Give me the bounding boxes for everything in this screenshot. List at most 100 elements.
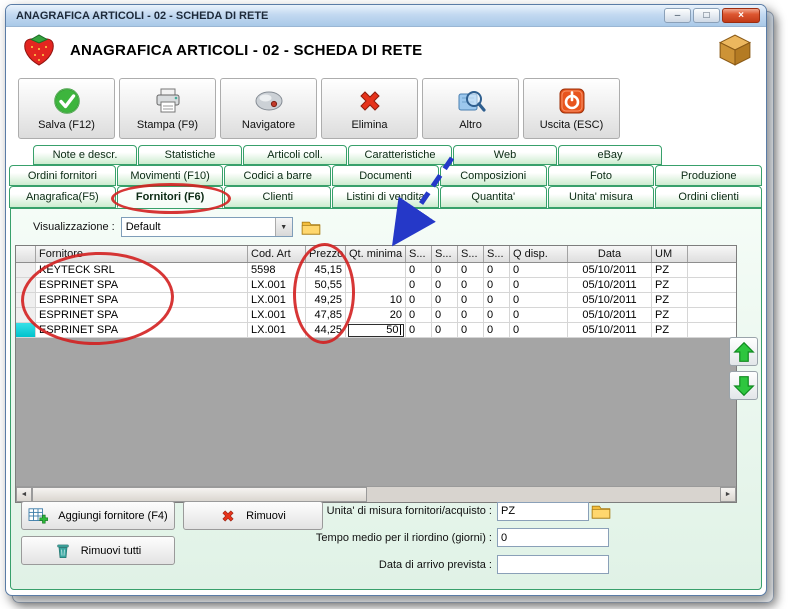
unit-field[interactable]: PZ xyxy=(497,501,589,521)
tab-anagrafica[interactable]: Anagrafica(F5) xyxy=(9,186,116,208)
cell-prezzo[interactable]: 44,25 xyxy=(306,323,346,337)
cell-cod-art[interactable]: 5598 xyxy=(248,263,306,277)
cell-s[interactable]: 0 xyxy=(458,323,484,337)
tab-note-e-descr[interactable]: Note e descr. xyxy=(33,145,137,165)
cell-data[interactable]: 05/10/2011 xyxy=(568,293,652,307)
cell-s[interactable]: 0 xyxy=(484,308,510,322)
titlebar[interactable]: ANAGRAFICA ARTICOLI - 02 - SCHEDA DI RET… xyxy=(6,5,766,27)
cell-s[interactable]: 0 xyxy=(458,308,484,322)
cell-s[interactable]: 0 xyxy=(458,293,484,307)
cell-s[interactable]: 0 xyxy=(406,263,432,277)
cell-data[interactable]: 05/10/2011 xyxy=(568,263,652,277)
cell-s[interactable]: 0 xyxy=(406,323,432,337)
cell-q-disp[interactable]: 0 xyxy=(510,308,568,322)
cell-s[interactable]: 0 xyxy=(432,293,458,307)
cell-s[interactable]: 0 xyxy=(406,293,432,307)
col-header-s1[interactable]: S... xyxy=(406,246,432,262)
cell-fornitore[interactable]: ESPRINET SPA xyxy=(36,323,248,337)
chevron-down-icon[interactable]: ▼ xyxy=(274,218,292,236)
close-button[interactable]: × xyxy=(722,8,760,23)
col-header-s4[interactable]: S... xyxy=(484,246,510,262)
cell-qt-minima[interactable]: 20 xyxy=(346,308,406,322)
cell-um[interactable]: PZ xyxy=(652,323,688,337)
col-header-q-disp[interactable]: Q disp. xyxy=(510,246,568,262)
reorder-field[interactable]: 0 xyxy=(497,528,609,547)
move-up-button[interactable] xyxy=(729,337,758,366)
cell-s[interactable]: 0 xyxy=(432,278,458,292)
cell-q-disp[interactable]: 0 xyxy=(510,293,568,307)
cell-prezzo[interactable]: 50,55 xyxy=(306,278,346,292)
cell-cod-art[interactable]: LX.001 xyxy=(248,293,306,307)
cell-fornitore[interactable]: ESPRINET SPA xyxy=(36,278,248,292)
maximize-button[interactable]: □ xyxy=(693,8,720,23)
stampa-button[interactable]: Stampa (F9) xyxy=(119,77,216,139)
col-header-qt-minima[interactable]: Qt. minima ... xyxy=(346,246,406,262)
altro-button[interactable]: Altro xyxy=(422,77,519,139)
cell-s[interactable]: 0 xyxy=(432,308,458,322)
unit-folder-button[interactable] xyxy=(589,501,613,521)
tab-ordini-fornitori[interactable]: Ordini fornitori xyxy=(9,165,116,186)
col-header-s3[interactable]: S... xyxy=(458,246,484,262)
cell-s[interactable]: 0 xyxy=(458,263,484,277)
cell-prezzo[interactable]: 47,85 xyxy=(306,308,346,322)
tab-foto[interactable]: Foto xyxy=(547,165,655,186)
tab-listini-di-vendita[interactable]: Listini di vendita xyxy=(332,186,439,208)
col-header-cod-art[interactable]: Cod. Art xyxy=(248,246,306,262)
tab-fornitori[interactable]: Fornitori (F6) xyxy=(116,186,224,208)
add-supplier-button[interactable]: Aggiungi fornitore (F4) xyxy=(21,501,175,530)
remove-all-button[interactable]: Rimuovi tutti xyxy=(21,536,175,565)
cell-data[interactable]: 05/10/2011 xyxy=(568,308,652,322)
cell-qt-minima[interactable] xyxy=(346,263,406,277)
cell-qt-minima[interactable]: 10 xyxy=(346,293,406,307)
qt-minima-edit-field[interactable]: 50 xyxy=(347,323,404,337)
cell-s[interactable]: 0 xyxy=(484,278,510,292)
tab-unita-misura[interactable]: Unita' misura xyxy=(547,186,655,208)
cell-fornitore[interactable]: KEYTECK SRL xyxy=(36,263,248,277)
uscita-button[interactable]: Uscita (ESC) xyxy=(523,77,620,139)
col-header-s2[interactable]: S... xyxy=(432,246,458,262)
tab-quantita[interactable]: Quantita' xyxy=(439,186,547,208)
cell-s[interactable]: 0 xyxy=(406,278,432,292)
arrival-field[interactable] xyxy=(497,555,609,574)
table-row[interactable]: KEYTECK SRL 5598 45,15 0 0 0 0 0 05/10/2… xyxy=(16,263,736,278)
tab-ebay[interactable]: eBay xyxy=(558,145,662,165)
salva-button[interactable]: Salva (F12) xyxy=(18,77,115,139)
cell-data[interactable]: 05/10/2011 xyxy=(568,278,652,292)
cell-fornitore[interactable]: ESPRINET SPA xyxy=(36,293,248,307)
tab-codici-a-barre[interactable]: Codici a barre xyxy=(224,165,332,186)
tab-articoli-coll[interactable]: Articoli coll. xyxy=(243,145,347,165)
cell-s[interactable]: 0 xyxy=(484,323,510,337)
view-folder-button[interactable] xyxy=(299,217,323,237)
tab-produzione[interactable]: Produzione xyxy=(655,165,763,186)
cell-um[interactable]: PZ xyxy=(652,263,688,277)
cell-s[interactable]: 0 xyxy=(458,278,484,292)
cell-cod-art[interactable]: LX.001 xyxy=(248,308,306,322)
cell-data[interactable]: 05/10/2011 xyxy=(568,323,652,337)
col-header-fornitore[interactable]: Fornitore xyxy=(36,246,248,262)
cell-fornitore[interactable]: ESPRINET SPA xyxy=(36,308,248,322)
col-header-um[interactable]: UM xyxy=(652,246,688,262)
cell-s[interactable]: 0 xyxy=(484,293,510,307)
minimize-button[interactable]: – xyxy=(664,8,691,23)
cell-um[interactable]: PZ xyxy=(652,278,688,292)
cell-um[interactable]: PZ xyxy=(652,308,688,322)
cell-q-disp[interactable]: 0 xyxy=(510,263,568,277)
elimina-button[interactable]: Elimina xyxy=(321,77,418,139)
tab-documenti[interactable]: Documenti xyxy=(332,165,439,186)
table-row-current[interactable]: ESPRINET SPA LX.001 44,25 50 0 0 0 0 0 0… xyxy=(16,323,736,338)
cell-cod-art[interactable]: LX.001 xyxy=(248,278,306,292)
navigatore-button[interactable]: Navigatore xyxy=(220,77,317,139)
view-selector-combobox[interactable]: Default ▼ xyxy=(120,217,293,237)
col-header-data[interactable]: Data xyxy=(568,246,652,262)
tab-movimenti[interactable]: Movimenti (F10) xyxy=(116,165,224,186)
cell-qt-minima[interactable] xyxy=(346,278,406,292)
cell-prezzo[interactable]: 45,15 xyxy=(306,263,346,277)
tab-composizioni[interactable]: Composizioni xyxy=(439,165,547,186)
tab-web[interactable]: Web xyxy=(453,145,557,165)
cell-q-disp[interactable]: 0 xyxy=(510,278,568,292)
tab-statistiche[interactable]: Statistiche xyxy=(138,145,242,165)
cell-s[interactable]: 0 xyxy=(432,323,458,337)
cell-um[interactable]: PZ xyxy=(652,293,688,307)
table-row[interactable]: ESPRINET SPA LX.001 50,55 0 0 0 0 0 05/1… xyxy=(16,278,736,293)
cell-s[interactable]: 0 xyxy=(484,263,510,277)
